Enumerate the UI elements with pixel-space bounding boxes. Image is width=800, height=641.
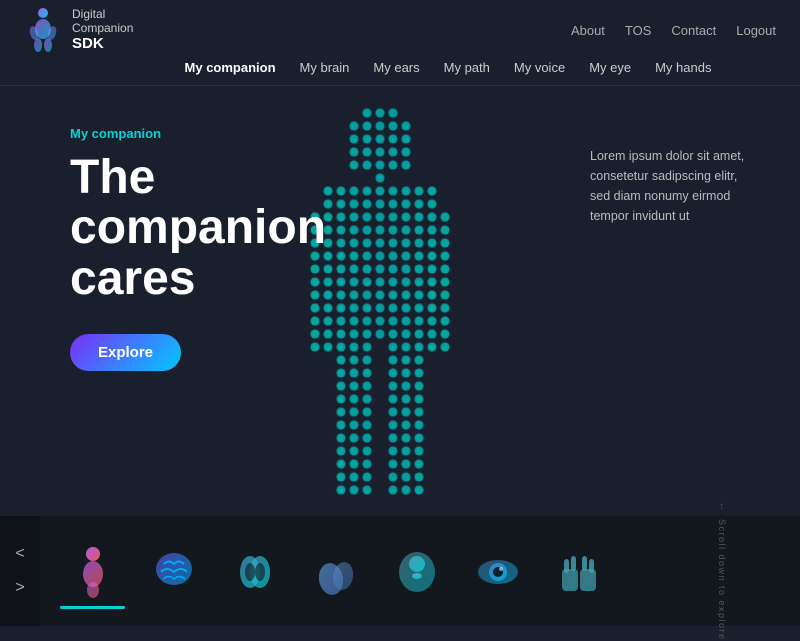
thumb-companion[interactable]	[60, 534, 125, 609]
tos-link[interactable]: TOS	[625, 23, 652, 38]
hero-title: The companion cares	[70, 153, 340, 304]
header-links: About TOS Contact Logout	[571, 23, 776, 38]
nav-my-brain[interactable]: My brain	[300, 56, 350, 79]
prev-arrow[interactable]: <	[7, 541, 32, 567]
hero-left: My companion The companion cares Explore	[0, 86, 340, 516]
hero-title-line3: cares	[70, 252, 195, 305]
thumb-path[interactable]	[303, 534, 368, 609]
scroll-indicator: Scroll down to explore	[717, 501, 728, 640]
thumb-eye[interactable]	[465, 534, 530, 609]
about-link[interactable]: About	[571, 23, 605, 38]
thumb-voice[interactable]	[384, 534, 449, 609]
main-nav: My companion My brain My ears My path My…	[0, 50, 800, 86]
thumb-icon-path	[311, 544, 361, 599]
next-arrow[interactable]: >	[7, 575, 32, 601]
logo-line1: Digital	[72, 7, 133, 21]
thumb-icon-hands	[554, 544, 604, 599]
thumb-icon-brain	[149, 544, 199, 599]
thumbnail-list	[40, 534, 631, 609]
arrow-column: < >	[0, 516, 40, 626]
thumb-hands[interactable]	[546, 534, 611, 609]
hero-description: Lorem ipsum dolor sit amet, consetetur s…	[590, 146, 760, 226]
logo-sdk: SDK	[72, 35, 133, 53]
hero-title-line1: The	[70, 151, 155, 204]
hero-title-line2: companion	[70, 201, 326, 254]
main-content: My companion The companion cares Explore…	[0, 86, 800, 516]
nav-my-eye[interactable]: My eye	[589, 56, 631, 79]
thumb-icon-eye	[473, 544, 523, 599]
nav-my-ears[interactable]: My ears	[373, 56, 419, 79]
logout-link[interactable]: Logout	[736, 23, 776, 38]
thumb-brain[interactable]	[141, 534, 206, 609]
logo-text: Digital Companion SDK	[72, 7, 133, 54]
bottom-nav: < > Scroll down to explore	[0, 516, 800, 626]
thumb-ears[interactable]	[222, 534, 287, 609]
section-label: My companion	[70, 126, 340, 141]
thumb-icon-voice	[392, 544, 442, 599]
logo-line2: Companion	[72, 21, 133, 35]
nav-my-hands[interactable]: My hands	[655, 56, 711, 79]
contact-link[interactable]: Contact	[671, 23, 716, 38]
nav-my-companion[interactable]: My companion	[185, 56, 276, 79]
explore-button[interactable]: Explore	[70, 334, 181, 371]
header: Digital Companion SDK About TOS Contact …	[0, 0, 800, 50]
logo-icon	[24, 7, 62, 53]
thumb-icon-companion	[68, 544, 118, 599]
nav-my-voice[interactable]: My voice	[514, 56, 565, 79]
hero-description-text: Lorem ipsum dolor sit amet, consetetur s…	[590, 146, 760, 226]
logo-area: Digital Companion SDK	[24, 7, 133, 54]
nav-my-path[interactable]: My path	[444, 56, 490, 79]
thumb-icon-ears	[230, 544, 280, 599]
